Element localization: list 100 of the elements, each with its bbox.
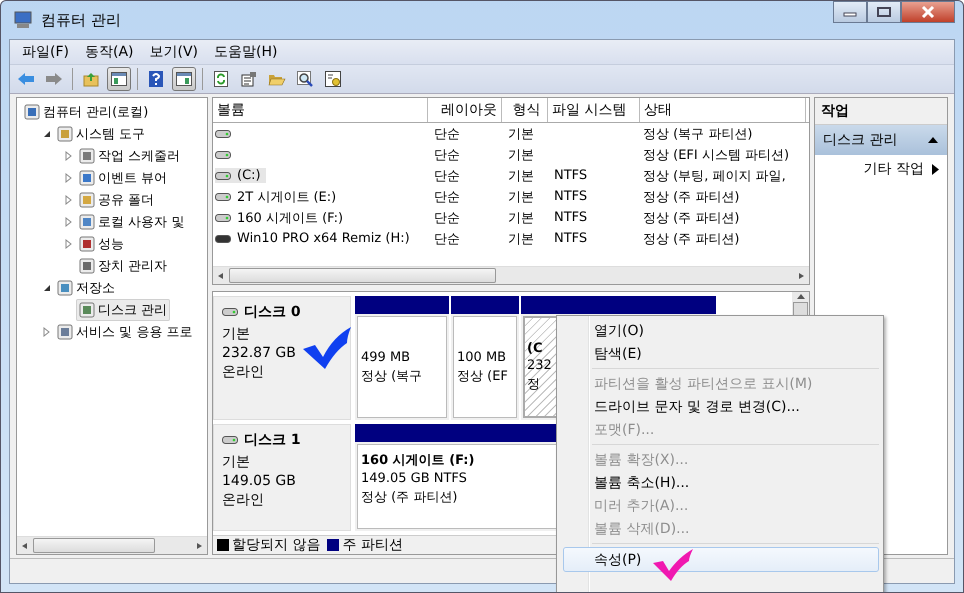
tree-item[interactable]: 시스템 도구: [54, 123, 148, 145]
menu-item[interactable]: 파일(F): [14, 43, 77, 61]
table-cell: 기본: [508, 210, 534, 226]
drive-icon: [215, 234, 231, 242]
tile-icon: [57, 280, 73, 296]
disk-status: 온라인: [222, 491, 265, 510]
table-cell: 기본: [508, 168, 534, 184]
menu-item[interactable]: 보기(V): [142, 43, 206, 61]
table-cell: 단순: [434, 210, 460, 226]
drive-icon: [222, 436, 238, 444]
table-cell: 정상 (주 파티션): [643, 190, 740, 204]
legend-label: 주 파티션: [342, 536, 403, 554]
tree-item[interactable]: 저장소: [54, 277, 118, 299]
toolbar-button[interactable]: [107, 67, 131, 91]
drive-icon: [215, 130, 231, 138]
table-cell: 정상 (부팅, 페이지 파일,: [643, 168, 786, 184]
table-cell: NTFS: [554, 210, 588, 225]
table-cell: 단순: [434, 148, 460, 162]
menu-item[interactable]: 동작(A): [76, 43, 142, 61]
maximize-button[interactable]: [867, 1, 901, 23]
drive-icon: [215, 150, 231, 158]
partition-block[interactable]: 100 MB 정상 (EF: [453, 316, 517, 418]
table-cell: 기본: [508, 190, 534, 204]
close-icon: [921, 6, 935, 18]
check-mark-icon: [303, 327, 351, 369]
partition-size: 149.05 GB NTFS: [361, 471, 467, 486]
check-mark-icon: [653, 549, 693, 581]
tree-item[interactable]: 작업 스케줄러: [76, 145, 184, 167]
arrow-icon: [45, 72, 63, 86]
tile-icon: [79, 192, 95, 208]
disk-type: 기본: [222, 453, 251, 472]
toolbar-button[interactable]: [172, 67, 196, 91]
tile-icon: [79, 148, 95, 164]
submenu-arrow-icon: [932, 164, 939, 174]
pane-icon: [176, 72, 192, 86]
partition-block[interactable]: 499 MB 정상 (복구: [357, 316, 447, 418]
disk-name: 디스크 1: [244, 431, 301, 450]
partition-status: 정상 (복구: [361, 368, 422, 384]
refresh-icon: [214, 71, 228, 87]
column-header[interactable]: 볼륨: [213, 98, 428, 122]
column-header[interactable]: 레이아웃: [428, 98, 502, 122]
tree-item[interactable]: 로컬 사용자 및: [76, 211, 188, 233]
table-cell[interactable]: Win10 PRO x64 Remiz (H:): [234, 231, 413, 246]
table-cell: 기본: [508, 148, 534, 162]
horizontal-scrollbar[interactable]: [17, 536, 207, 554]
action-link[interactable]: 기타 작업: [815, 155, 947, 183]
table-cell[interactable]: 2T 시게이트 (E:): [234, 188, 340, 206]
actions-section[interactable]: 디스크 관리: [815, 125, 947, 155]
tree-item[interactable]: 이벤트 뷰어: [76, 167, 170, 189]
settings-icon: [325, 71, 341, 87]
legend-label: 할당되지 않음: [232, 536, 320, 554]
column-header[interactable]: 형식: [502, 98, 548, 122]
drive-icon: [215, 172, 231, 180]
table-cell: 기본: [508, 232, 534, 246]
actions-header: 작업: [815, 98, 947, 125]
horizontal-scrollbar[interactable]: [213, 266, 809, 284]
table-cell: NTFS: [554, 189, 588, 204]
menu-item[interactable]: 탐색(E): [559, 342, 881, 365]
expander-icon[interactable]: [43, 283, 51, 293]
search-icon: [297, 71, 313, 87]
expander-icon[interactable]: [43, 129, 51, 139]
tree-item[interactable]: 성능: [76, 233, 127, 255]
drive-icon: [215, 192, 231, 200]
menu-item[interactable]: 속성(P): [563, 547, 879, 572]
tile-icon: [79, 258, 95, 274]
table-cell: 기본: [508, 126, 534, 142]
menu-item[interactable]: 도움말(H): [206, 43, 286, 61]
tree-item[interactable]: 서비스 및 응용 프로: [54, 321, 196, 343]
tree-item[interactable]: 디스크 관리: [76, 299, 170, 321]
table-cell: 단순: [434, 232, 460, 246]
menu-item[interactable]: 열기(O): [559, 319, 881, 342]
column-header[interactable]: 상태: [640, 98, 806, 122]
pane-icon: [111, 72, 127, 86]
tree-item[interactable]: 장치 관리자: [76, 255, 170, 277]
tree-item[interactable]: 공유 폴더: [76, 189, 158, 211]
window-title: 컴퓨터 관리: [41, 10, 121, 30]
menu-item[interactable]: 드라이브 문자 및 경로 변경(C)...: [559, 395, 881, 418]
partition-status: 정: [527, 376, 540, 393]
disk-info-panel[interactable]: 디스크 1 기본 149.05 GB 온라인: [213, 424, 351, 531]
table-cell: 정상 (주 파티션): [643, 232, 740, 246]
drive-icon: [222, 308, 238, 316]
tile-icon: [79, 302, 95, 318]
arrow-icon: [17, 72, 35, 86]
table-cell: 단순: [434, 190, 460, 204]
minimize-button[interactable]: [833, 1, 867, 23]
disk-info-panel[interactable]: 디스크 0 기본 232.87 GB 온라인: [213, 296, 351, 420]
partition-label: (C: [527, 341, 542, 356]
table-cell: 정상 (EFI 시스템 파티션): [643, 148, 790, 162]
close-button[interactable]: [901, 1, 955, 23]
tree-item[interactable]: 컴퓨터 관리(로컬): [21, 101, 152, 123]
tile-icon: [24, 104, 40, 120]
tile-icon: [57, 324, 73, 340]
table-cell[interactable]: 160 시게이트 (F:): [234, 208, 346, 226]
column-header[interactable]: 파일 시스템: [548, 98, 640, 122]
disk-name: 디스크 0: [244, 303, 301, 321]
disk-type: 기본: [222, 325, 251, 343]
open-folder-icon: [268, 72, 286, 86]
partition-bar: [451, 296, 519, 314]
tile-icon: [79, 170, 95, 186]
folder-icon: [83, 71, 99, 87]
